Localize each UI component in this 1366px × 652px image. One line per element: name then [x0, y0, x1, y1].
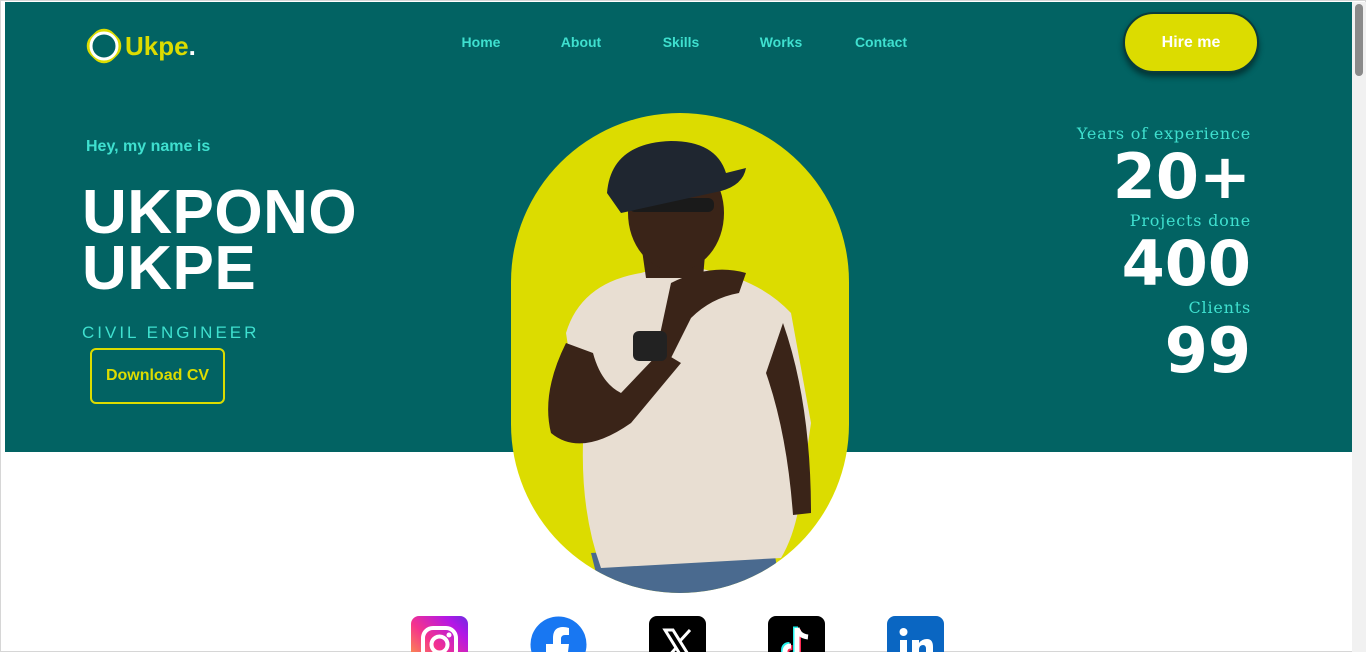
nav-skills[interactable]: Skills [631, 34, 731, 50]
nav-home[interactable]: Home [431, 34, 531, 50]
stats-panel: Years of experience 20+ Projects done 40… [1077, 124, 1251, 385]
job-title: CIVIL ENGINEER [82, 323, 260, 342]
hire-me-button[interactable]: Hire me [1123, 12, 1259, 73]
stat-value-projects: 400 [1121, 227, 1251, 300]
nav-about[interactable]: About [531, 34, 631, 50]
stat-value-experience: 20+ [1112, 140, 1251, 213]
stat-value-clients: 99 [1164, 314, 1251, 387]
nav-contact[interactable]: Contact [831, 34, 931, 50]
name-line-2: UKPE [82, 234, 257, 303]
logo-text: Ukpe. [125, 31, 196, 62]
hero-name: UKPONO UKPE [82, 178, 358, 303]
logo-icon [85, 27, 123, 65]
nav-works[interactable]: Works [731, 34, 831, 50]
x-icon[interactable] [649, 616, 706, 652]
main-nav: Home About Skills Works Contact [431, 34, 931, 50]
page: Ukpe. Home About Skills Works Contact Hi… [0, 0, 1366, 652]
scrollbar-thumb[interactable] [1355, 4, 1363, 76]
download-cv-button[interactable]: Download CV [90, 348, 225, 404]
logo-dot: . [188, 30, 196, 61]
instagram-icon[interactable] [411, 616, 468, 652]
name-line-1: UKPONO [82, 178, 358, 247]
greeting-text: Hey, my name is [86, 138, 211, 155]
logo[interactable]: Ukpe. [85, 27, 196, 65]
portrait-illustration [548, 141, 811, 593]
logo-name: Ukpe [125, 30, 189, 61]
social-links [411, 616, 944, 652]
scrollbar[interactable] [1352, 2, 1366, 652]
linkedin-icon[interactable] [887, 616, 944, 652]
profile-photo [511, 113, 849, 593]
facebook-icon[interactable] [530, 616, 587, 652]
tiktok-icon[interactable] [768, 616, 825, 652]
